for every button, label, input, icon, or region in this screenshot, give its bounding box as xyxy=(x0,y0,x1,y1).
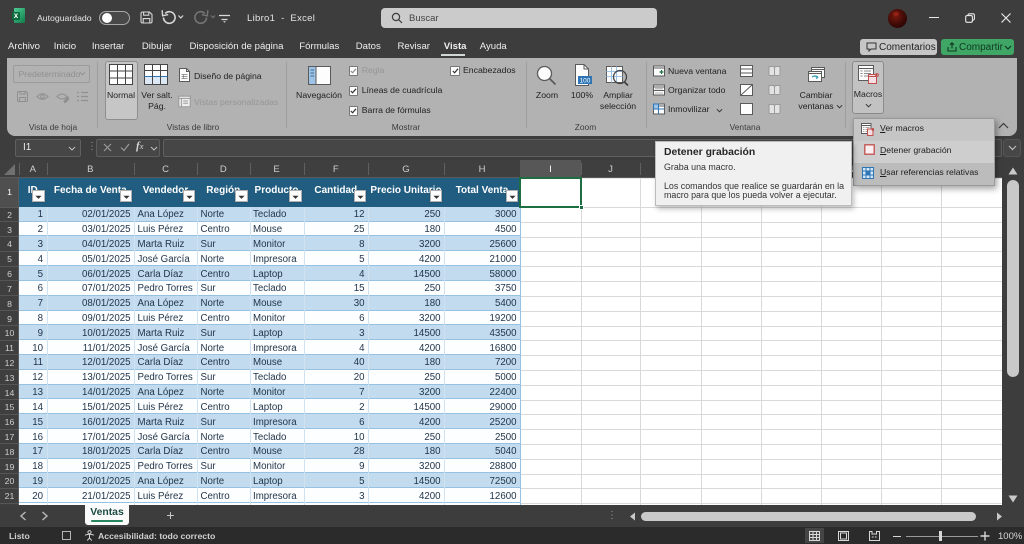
svg-text:100: 100 xyxy=(580,77,591,84)
